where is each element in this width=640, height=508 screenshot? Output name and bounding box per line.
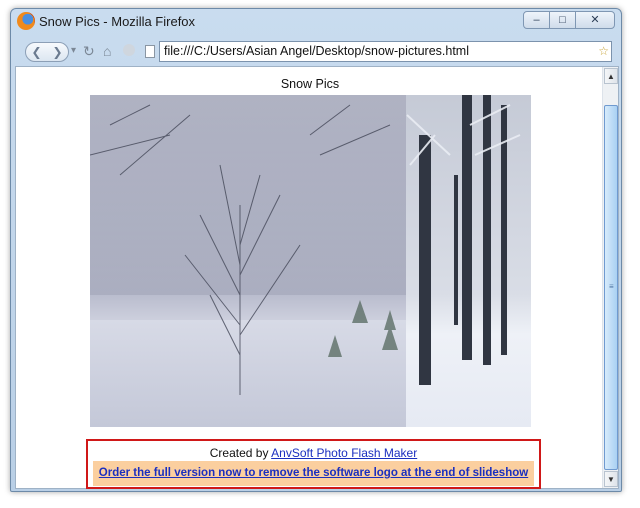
history-dropdown-icon[interactable]: ▾ <box>71 44 76 58</box>
snow-trees-drawing <box>90 95 521 395</box>
page-viewport: Snow Pics Created by AnvSoft Photo Flash… <box>15 66 619 489</box>
order-banner: Order the full version now to remove the… <box>93 461 534 486</box>
bookmark-star-icon[interactable]: ☆ <box>598 42 609 61</box>
address-bar[interactable]: file:///C:/Users/Asian Angel/Desktop/sno… <box>159 41 612 62</box>
navigation-toolbar: ❮ ❯ ▾ ↻ ⌂ file:///C:/Users/Asian Angel/D… <box>11 37 621 67</box>
browser-window: Snow Pics - Mozilla Firefox – □ ✕ ❮ ❯ ▾ … <box>10 8 622 492</box>
forward-icon[interactable]: ❯ <box>47 43 68 61</box>
page-title: Snow Pics <box>280 77 340 91</box>
scrollbar-thumb[interactable]: ≡ <box>604 105 618 470</box>
back-forward-group: ❮ ❯ <box>25 42 69 62</box>
firefox-icon <box>17 12 35 30</box>
scroll-up-arrow-icon[interactable]: ▲ <box>604 68 618 84</box>
url-text: file:///C:/Users/Asian Angel/Desktop/sno… <box>164 44 469 58</box>
window-title: Snow Pics - Mozilla Firefox <box>39 14 196 29</box>
slideshow-image[interactable] <box>90 95 531 427</box>
back-icon[interactable]: ❮ <box>26 43 47 61</box>
footer-highlight-box: Created by AnvSoft Photo Flash Maker Ord… <box>86 439 541 489</box>
created-by-label: Created by <box>209 446 269 460</box>
order-full-version-link[interactable]: Order the full version now to remove the… <box>99 467 528 479</box>
anvsoft-link[interactable]: AnvSoft Photo Flash Maker <box>271 446 417 460</box>
created-by-line: Created by AnvSoft Photo Flash Maker <box>88 446 539 460</box>
stop-icon[interactable] <box>123 44 135 56</box>
close-button[interactable]: ✕ <box>575 11 615 29</box>
maximize-button[interactable]: □ <box>549 11 576 29</box>
vertical-scrollbar[interactable]: ▲ ≡ ▼ <box>602 67 618 488</box>
home-icon[interactable]: ⌂ <box>103 44 111 58</box>
window-controls: – □ ✕ <box>523 11 615 29</box>
page-icon <box>145 45 155 58</box>
reload-icon[interactable]: ↻ <box>83 44 95 58</box>
scroll-down-arrow-icon[interactable]: ▼ <box>604 471 618 487</box>
title-bar: Snow Pics - Mozilla Firefox – □ ✕ <box>11 9 621 35</box>
minimize-button[interactable]: – <box>523 11 550 29</box>
scrollbar-grip-icon: ≡ <box>609 282 614 291</box>
